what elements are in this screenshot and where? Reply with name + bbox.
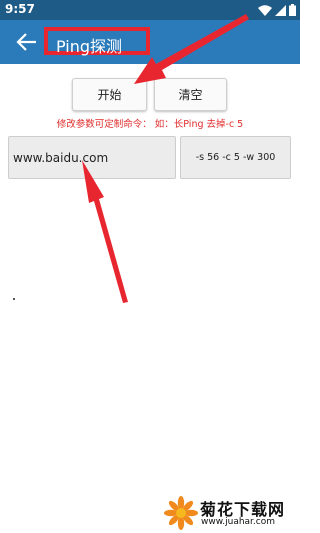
status-bar: 9:57 xyxy=(0,0,300,20)
stray-dot xyxy=(13,298,15,300)
hint-text: 修改参数可定制命令： 如：长Ping 去掉-c 5 xyxy=(56,119,244,130)
annotation-arrows xyxy=(82,14,249,303)
battery-icon xyxy=(289,4,296,16)
status-icons xyxy=(258,4,296,16)
app-bar: Ping探测 xyxy=(0,20,300,64)
arrow-left-icon[interactable] xyxy=(16,31,38,53)
start-button[interactable]: 开始 xyxy=(72,78,147,111)
annotation-arrow-bottom xyxy=(82,160,128,303)
clear-button[interactable]: 清空 xyxy=(154,78,227,111)
watermark-url: www.juahar.com xyxy=(201,517,276,527)
status-time: 9:57 xyxy=(5,2,35,16)
host-input[interactable]: www.baidu.com xyxy=(8,136,176,179)
signal-icon xyxy=(275,4,286,16)
wifi-icon xyxy=(258,4,272,16)
watermark: 菊花下载网 www.juahar.com xyxy=(164,494,300,533)
chrysanthemum-logo-icon xyxy=(164,496,198,530)
title-highlight-box: Ping探测 xyxy=(44,27,150,56)
params-input[interactable]: -s 56 -c 5 -w 300 xyxy=(180,136,291,179)
page-title: Ping探测 xyxy=(56,37,123,56)
